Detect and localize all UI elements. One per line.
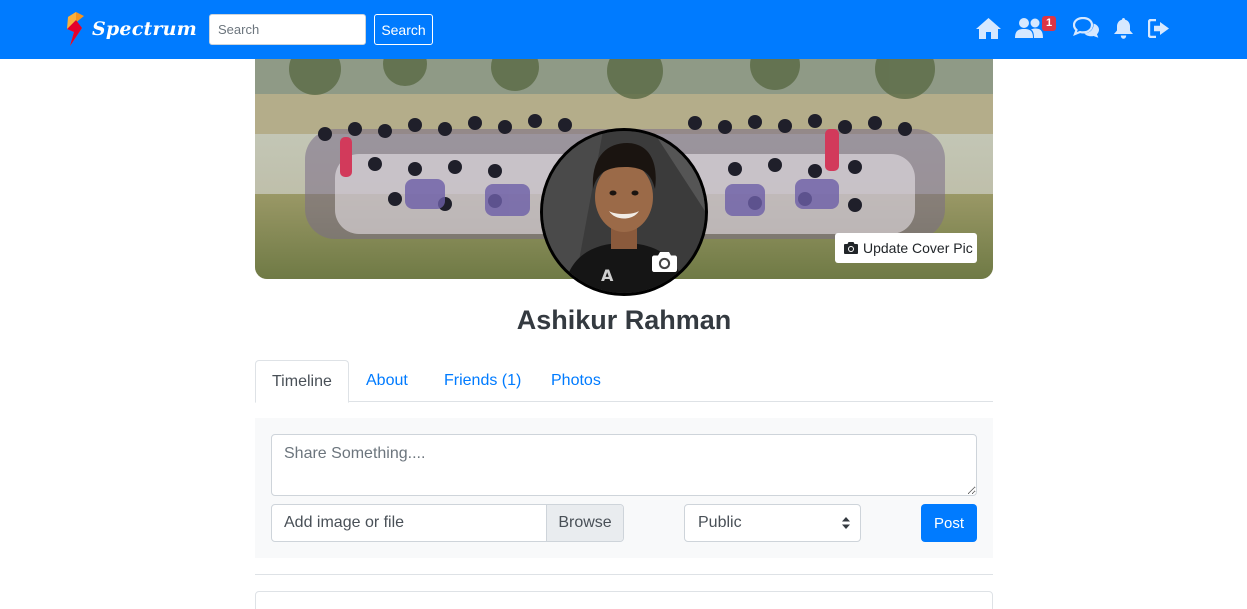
- file-upload-input[interactable]: Add image or file Browse: [271, 504, 624, 542]
- bell-icon[interactable]: [1113, 15, 1133, 41]
- file-upload-label: Add image or file: [284, 514, 405, 531]
- select-arrows-icon: [842, 517, 850, 529]
- camera-icon: [844, 242, 858, 254]
- divider: [255, 574, 993, 575]
- profile-avatar: A: [540, 128, 708, 296]
- post-button[interactable]: Post: [921, 504, 977, 542]
- profile-name: Ashikur Rahman: [516, 305, 732, 335]
- update-profile-pic-camera-icon[interactable]: [652, 252, 677, 277]
- friends-icon[interactable]: [1014, 15, 1044, 41]
- svg-text:A: A: [601, 266, 614, 285]
- browse-button[interactable]: Browse: [546, 505, 623, 541]
- privacy-select[interactable]: Public: [684, 504, 861, 542]
- profile-tabs: Timeline About Friends (1) Photos: [255, 360, 993, 403]
- logout-icon[interactable]: [1147, 15, 1171, 41]
- tab-about[interactable]: About: [366, 360, 408, 402]
- search-input[interactable]: [209, 14, 366, 45]
- brand[interactable]: Spectrum: [66, 12, 197, 46]
- messages-icon[interactable]: [1072, 15, 1100, 41]
- update-cover-button[interactable]: Update Cover Pic: [835, 233, 977, 263]
- top-navbar: Spectrum Search 1: [0, 0, 1247, 59]
- spectrum-logo-icon: [67, 12, 84, 46]
- tab-friends[interactable]: Friends (1): [444, 360, 521, 402]
- tab-photos[interactable]: Photos: [551, 360, 601, 402]
- home-icon[interactable]: [975, 15, 1001, 41]
- privacy-selected-value: Public: [698, 514, 742, 531]
- post-card: [255, 591, 993, 609]
- friend-requests-badge: 1: [1042, 16, 1057, 31]
- brand-name: Spectrum: [92, 18, 197, 40]
- share-something-input[interactable]: [271, 434, 977, 496]
- tab-timeline[interactable]: Timeline: [255, 360, 349, 403]
- update-cover-label: Update Cover Pic: [863, 240, 973, 256]
- search-button[interactable]: Search: [374, 14, 433, 45]
